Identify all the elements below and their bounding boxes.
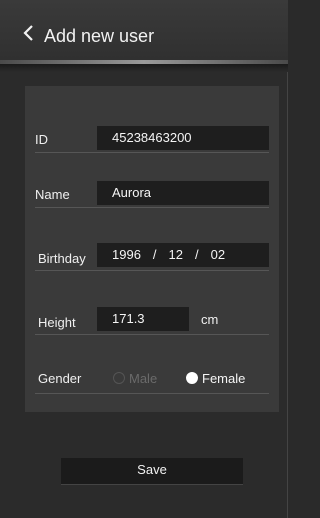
female-label[interactable]: Female <box>202 371 245 386</box>
add-user-screen: Add new user ID 45238463200 Name Aurora … <box>0 0 288 518</box>
height-divider <box>35 334 269 335</box>
male-label[interactable]: Male <box>129 371 157 386</box>
id-divider <box>35 152 269 153</box>
id-value: 45238463200 <box>112 130 192 145</box>
name-divider <box>35 207 269 208</box>
right-edge-line <box>287 72 288 518</box>
date-separator: / <box>152 247 157 262</box>
id-label: ID <box>35 132 48 147</box>
page-title: Add new user <box>44 26 155 46</box>
birthday-divider <box>35 270 269 271</box>
birthday-year[interactable]: 1996 <box>112 247 141 262</box>
female-radio[interactable] <box>186 372 198 384</box>
height-unit: cm <box>201 312 219 327</box>
header-bar: Add new user <box>0 0 288 60</box>
birthday-label: Birthday <box>38 251 86 266</box>
date-separator: / <box>195 247 199 262</box>
gender-divider <box>35 393 269 394</box>
birthday-field[interactable]: 1996 / 12 / 02 <box>97 243 269 267</box>
save-button[interactable]: Save <box>61 458 243 484</box>
id-field[interactable]: 45238463200 <box>97 126 269 150</box>
birthday-day[interactable]: 02 <box>211 247 225 262</box>
gender-label: Gender <box>38 371 82 386</box>
header-shadow <box>0 64 288 72</box>
name-field[interactable]: Aurora <box>97 181 269 205</box>
back-arrow-icon[interactable] <box>22 24 34 42</box>
height-field[interactable]: 171.3 <box>97 307 189 331</box>
height-label: Height <box>38 315 76 330</box>
birthday-month[interactable]: 12 <box>169 247 183 262</box>
height-value: 171.3 <box>112 311 145 326</box>
name-value: Aurora <box>112 185 152 200</box>
name-label: Name <box>35 187 70 202</box>
male-radio[interactable] <box>113 372 125 384</box>
